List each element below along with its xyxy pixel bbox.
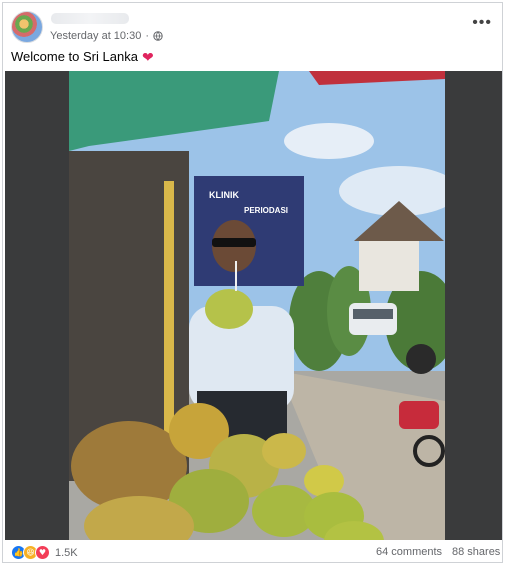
sign-text-line2: PERIODASI — [244, 206, 288, 215]
post-meta: Yesterday at 10:30 · — [50, 30, 163, 42]
heart-emoji: ❤ — [141, 48, 154, 65]
yellow-pole — [164, 181, 174, 441]
house-wall — [359, 241, 419, 291]
reaction-summary[interactable]: 👍 😆 ♥ 1.5K — [11, 545, 78, 560]
post-caption: Welcome to Sri Lanka ❤ — [11, 49, 154, 64]
reaction-count[interactable]: 1.5K — [55, 547, 78, 559]
caption-text: Welcome to Sri Lanka — [11, 49, 138, 64]
coconut — [262, 433, 306, 469]
author-name-redacted[interactable] — [51, 13, 129, 24]
author-avatar[interactable] — [11, 11, 43, 43]
sign-text-line1: KLINIK — [209, 190, 239, 200]
post-header: Yesterday at 10:30 · ••• — [3, 3, 502, 47]
straw — [235, 261, 237, 291]
post-media[interactable]: KLINIK PERIODASI — [5, 71, 502, 540]
globe-icon[interactable] — [153, 31, 163, 41]
coconut-in-hand — [205, 289, 253, 329]
photo-illustration: KLINIK PERIODASI — [69, 71, 445, 540]
coconut — [304, 465, 344, 497]
love-reaction-icon: ♥ — [35, 545, 50, 560]
sunglasses — [212, 238, 256, 247]
shares-count[interactable]: 88 shares — [452, 546, 500, 558]
post-photo[interactable]: KLINIK PERIODASI — [69, 71, 445, 540]
facebook-post-card: Yesterday at 10:30 · ••• Welcome to Sri … — [2, 2, 503, 563]
cloud — [284, 123, 374, 159]
more-options-button[interactable]: ••• — [472, 15, 492, 31]
motorcycle — [399, 401, 439, 429]
post-timestamp[interactable]: Yesterday at 10:30 — [50, 30, 141, 42]
post-footer: 👍 😆 ♥ 1.5K 64 comments 88 shares — [3, 541, 502, 563]
comments-count[interactable]: 64 comments — [376, 546, 442, 558]
dot-separator: · — [145, 30, 150, 42]
helmet — [406, 344, 436, 374]
van-window — [353, 309, 393, 319]
